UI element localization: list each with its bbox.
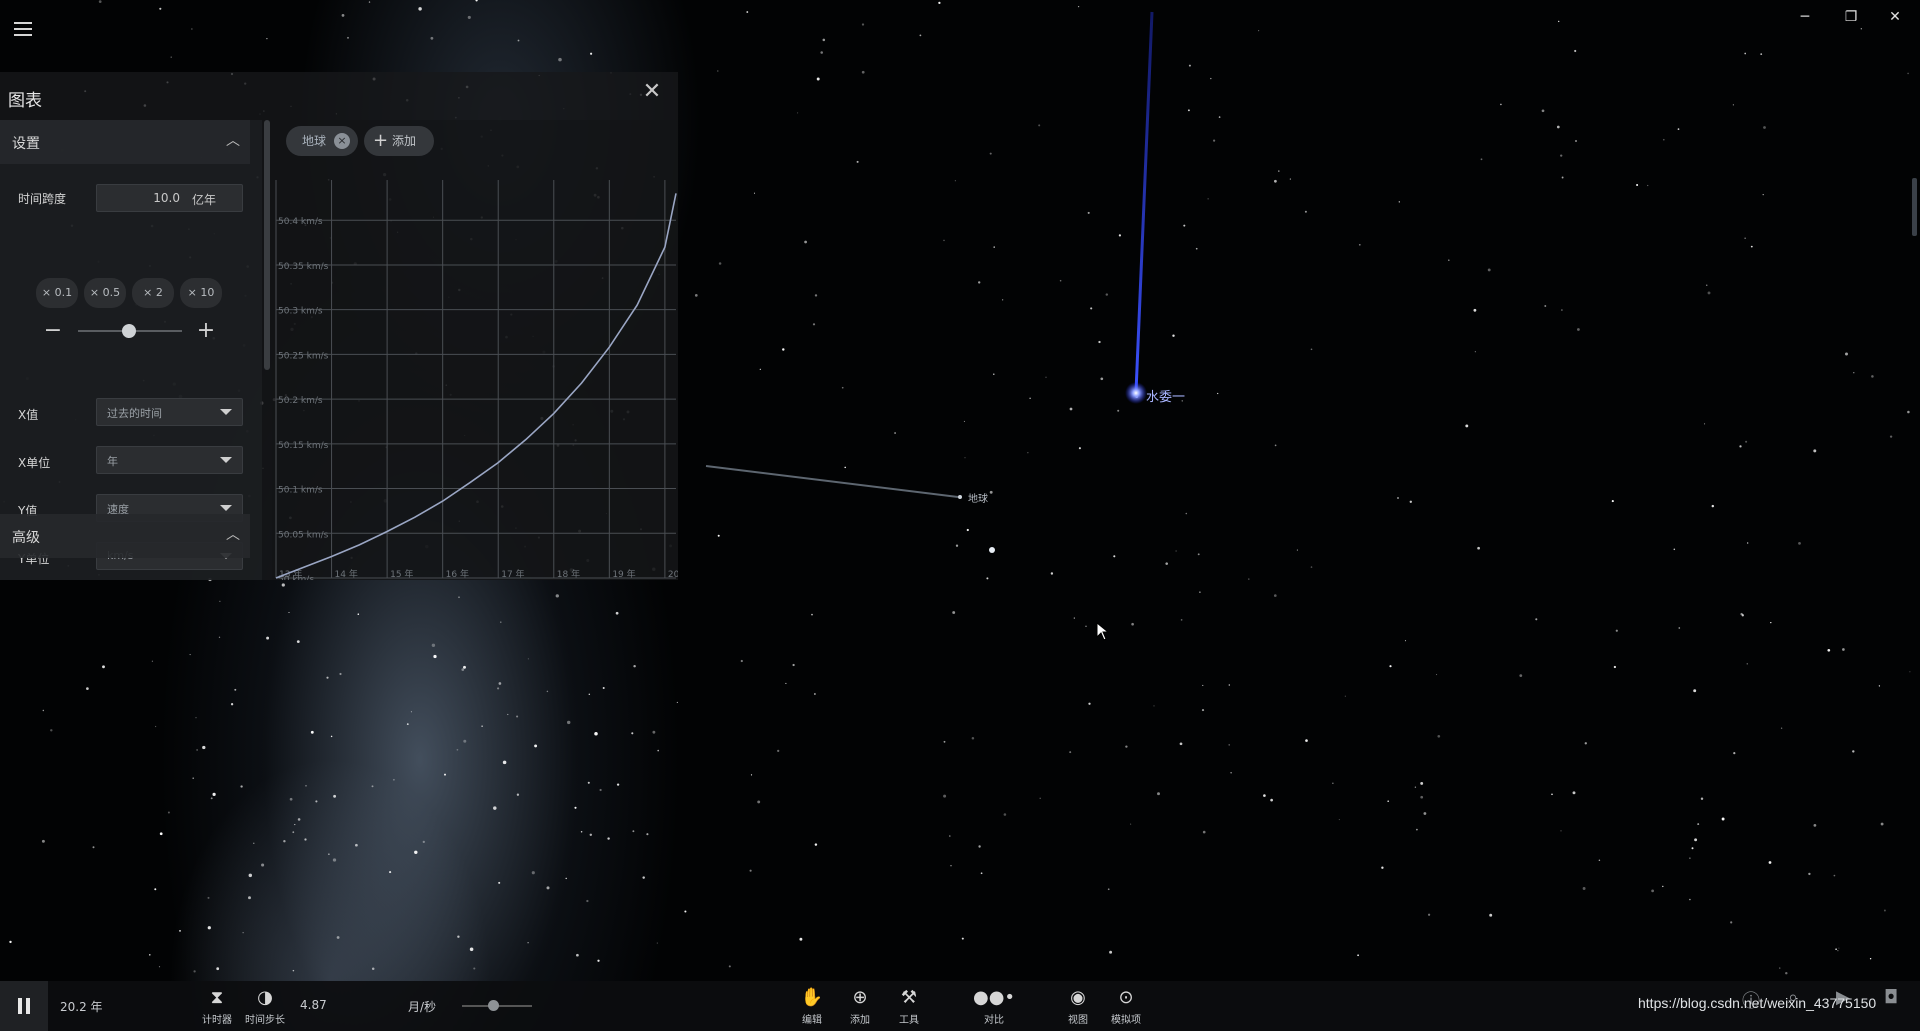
compare-label: 对比 xyxy=(984,1015,1004,1026)
x-value-select[interactable]: 过去的时间 xyxy=(96,398,243,426)
y-tick-label: 50.1 km/s xyxy=(278,486,323,496)
edit-tool-label: 编辑 xyxy=(802,1015,822,1026)
chevron-up-icon[interactable]: ︿ xyxy=(226,130,240,150)
multiplier-0.1-button[interactable]: × 0.1 xyxy=(36,278,78,308)
time-step-button[interactable]: ◑ 时间步长 xyxy=(240,987,290,1029)
hand-icon: ✋ xyxy=(800,987,824,1008)
chart-panel: 图表 ✕ 设置 ︿ 时间跨度 10.0 亿年 × 0.1 × 0.5 × 2 ×… xyxy=(0,72,678,580)
close-window-button[interactable]: ✕ xyxy=(1880,6,1910,28)
y-tick-label: 50.05 km/s xyxy=(278,530,329,540)
time-step-label: 时间步长 xyxy=(245,1015,285,1026)
chevron-up-icon[interactable]: ︿ xyxy=(226,524,240,544)
x-unit-label: X单位 xyxy=(18,456,51,470)
time-step-value[interactable]: 4.87 xyxy=(300,998,327,1012)
earth-chip-label: 地球 xyxy=(302,134,327,148)
multiplier-0.5-button[interactable]: × 0.5 xyxy=(84,278,126,308)
earth-velocity-line xyxy=(275,193,677,579)
y-tick-label: 50.3 km/s xyxy=(278,307,323,317)
tools-label: 工具 xyxy=(899,1015,919,1026)
compare-icon: ●●• xyxy=(972,987,1016,1008)
remove-series-icon[interactable]: × xyxy=(334,133,350,149)
camera-icon[interactable]: ◘ xyxy=(1884,987,1898,1008)
achernar-label[interactable]: 水委一 xyxy=(1146,386,1185,405)
dropdown-arrow-icon xyxy=(220,409,232,415)
time-span-value[interactable]: 10.0 xyxy=(153,191,180,205)
add-series-label: 添加 xyxy=(392,134,417,148)
timer-button[interactable]: ⧗ 计时器 xyxy=(192,987,242,1029)
tools-icon: ⚒ xyxy=(900,987,918,1008)
advanced-section-title: 高级 xyxy=(12,530,40,546)
x-value-label: X值 xyxy=(18,408,39,422)
time-span-field[interactable]: 10.0 亿年 xyxy=(96,184,243,212)
earth-series-chip[interactable]: 地球 × xyxy=(286,126,358,156)
edit-tool-button[interactable]: ✋ 编辑 xyxy=(787,987,837,1029)
x-value-selected: 过去的时间 xyxy=(107,407,162,420)
earth-trail-line xyxy=(705,465,959,498)
time-span-slider-knob[interactable] xyxy=(122,324,136,338)
time-span-label: 时间跨度 xyxy=(18,192,67,206)
bottom-toolbar: 20.2 年 ⧗ 计时器 ◑ 时间步长 4.87 月/秒 ✋ 编辑 ⊕ 添加 ⚒… xyxy=(0,981,1920,1031)
simulation-button[interactable]: ⊙ 模拟项 xyxy=(1101,987,1151,1029)
timer-label: 计时器 xyxy=(202,1015,232,1026)
settings-scrollbar[interactable] xyxy=(264,120,270,370)
advanced-section-header[interactable]: 高级 ︿ xyxy=(0,514,250,558)
multiplier-10-button[interactable]: × 10 xyxy=(180,278,222,308)
rate-unit[interactable]: 月/秒 xyxy=(408,998,436,1015)
bright-star[interactable] xyxy=(989,547,995,553)
watermark: https://blog.csdn.net/weixin_43775150 xyxy=(1638,995,1877,1011)
dropdown-arrow-icon xyxy=(220,505,232,511)
view-label: 视图 xyxy=(1068,1015,1088,1026)
simulation-icon: ⊙ xyxy=(1118,987,1134,1008)
settings-section-title: 设置 xyxy=(12,136,40,152)
plus-icon: + xyxy=(373,130,389,151)
hourglass-icon: ⧗ xyxy=(210,987,224,1008)
add-tool-button[interactable]: ⊕ 添加 xyxy=(835,987,885,1029)
elapsed-time: 20.2 年 xyxy=(60,1000,103,1014)
add-series-button[interactable]: + 添加 xyxy=(364,126,434,156)
add-tool-label: 添加 xyxy=(850,1015,870,1026)
simulation-label: 模拟项 xyxy=(1111,1015,1141,1026)
panel-close-button[interactable]: ✕ xyxy=(640,80,664,104)
pause-icon[interactable] xyxy=(0,981,48,1031)
menu-icon[interactable] xyxy=(14,22,32,36)
rate-slider-knob[interactable] xyxy=(488,1000,499,1011)
dropdown-arrow-icon xyxy=(220,457,232,463)
increase-button[interactable]: + xyxy=(195,320,217,342)
minimize-button[interactable]: ─ xyxy=(1790,6,1820,28)
tools-button[interactable]: ⚒ 工具 xyxy=(884,987,934,1029)
add-circle-icon: ⊕ xyxy=(852,987,868,1008)
multiplier-2-button[interactable]: × 2 xyxy=(132,278,174,308)
x-unit-select[interactable]: 年 xyxy=(96,446,243,474)
star-trail-line xyxy=(1134,11,1154,393)
compare-button[interactable]: ●●• 对比 xyxy=(969,987,1019,1029)
restore-button[interactable]: ❐ xyxy=(1836,6,1866,28)
time-span-unit: 亿年 xyxy=(191,193,216,207)
view-button[interactable]: ◉ 视图 xyxy=(1053,987,1103,1029)
y-tick-label: 50.25 km/s xyxy=(278,351,329,361)
y-tick-label: 50.2 km/s xyxy=(278,396,323,406)
velocity-chart[interactable]: 13 年 14 年 15 年 16 年 17 年 18 年 19 年 2050 km/s50.… xyxy=(272,168,678,580)
eye-icon: ◉ xyxy=(1070,987,1086,1008)
y-tick-label: 50.15 km/s xyxy=(278,441,329,451)
mouse-cursor-icon xyxy=(1096,622,1110,641)
decrease-button[interactable]: − xyxy=(42,320,64,342)
achernar-star[interactable] xyxy=(1125,382,1147,404)
settings-column: 设置 ︿ 时间跨度 10.0 亿年 × 0.1 × 0.5 × 2 × 10 −… xyxy=(0,120,262,580)
time-step-icon: ◑ xyxy=(257,987,273,1008)
y-tick-label: 50.4 km/s xyxy=(278,217,323,227)
settings-section-header[interactable]: 设置 ︿ xyxy=(0,120,250,164)
x-unit-selected: 年 xyxy=(107,455,118,468)
y-tick-label: 50.35 km/s xyxy=(278,262,329,272)
panel-title: 图表 xyxy=(8,91,42,111)
right-edge-scrollbar[interactable] xyxy=(1912,178,1917,236)
earth-label[interactable]: 地球 xyxy=(968,490,988,505)
earth-marker[interactable] xyxy=(958,495,962,499)
